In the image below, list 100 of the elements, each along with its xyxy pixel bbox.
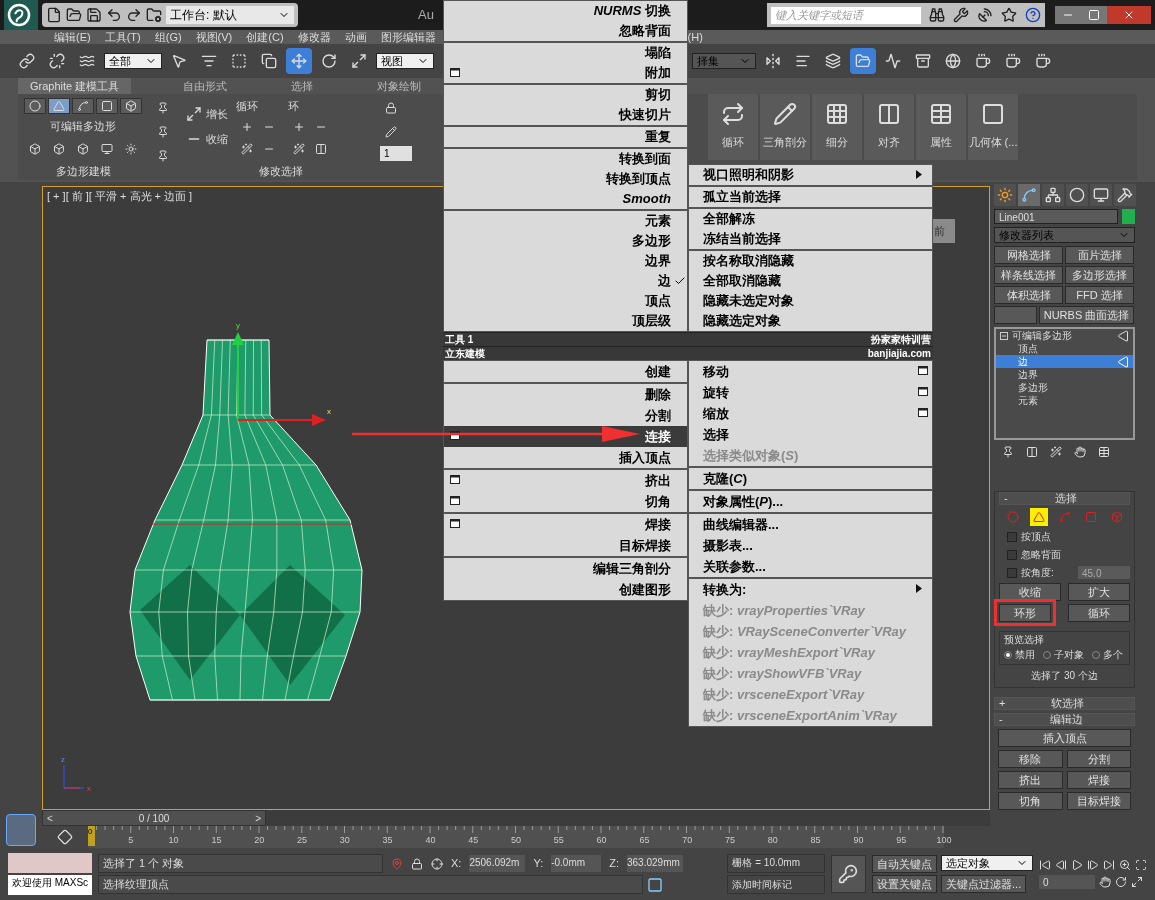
stack-item[interactable]: 边 bbox=[996, 355, 1133, 368]
listener-output[interactable]: 欢迎使用 MAXSc bbox=[8, 875, 92, 895]
menu-item[interactable]: 重复 bbox=[444, 127, 687, 147]
panel-button[interactable]: 循环 bbox=[1068, 604, 1130, 622]
menu-item[interactable]: 快速切片 bbox=[444, 105, 687, 125]
panel-button[interactable]: 挤出 bbox=[998, 771, 1063, 789]
panel-button[interactable]: 焊接 bbox=[1066, 771, 1131, 789]
menu-item[interactable]: 剪切 bbox=[444, 85, 687, 105]
panel-title[interactable]: 修改选择 bbox=[259, 162, 303, 179]
menu-item[interactable]: 缩放 bbox=[689, 403, 932, 424]
subobject-level-button[interactable] bbox=[120, 98, 142, 114]
panel-button[interactable]: 体积选择 bbox=[994, 286, 1063, 304]
orbit-icon[interactable] bbox=[1115, 876, 1127, 888]
command-panel-tab[interactable] bbox=[994, 184, 1016, 206]
app-logo-icon[interactable] bbox=[4, 0, 38, 30]
object-name-field[interactable]: Line001 bbox=[994, 209, 1118, 224]
panel-button[interactable]: 样条线选择 bbox=[994, 266, 1063, 284]
menu-item[interactable]: 切角 bbox=[444, 491, 687, 512]
timeline-track[interactable]: < 0 / 100 > bbox=[42, 810, 990, 826]
ring-label[interactable]: 环 bbox=[288, 98, 332, 115]
collapse-icon[interactable] bbox=[1000, 331, 1008, 340]
menu-item[interactable]: NURMS 切换 bbox=[444, 1, 687, 21]
project-folder-icon[interactable] bbox=[146, 7, 162, 23]
menu-bar-item[interactable]: 创建(C) bbox=[246, 28, 284, 46]
stack-item[interactable]: 顶点 bbox=[996, 342, 1133, 355]
panel-button[interactable]: 分割 bbox=[1066, 750, 1131, 768]
subobject-level-button[interactable] bbox=[48, 98, 70, 114]
command-panel-tab[interactable] bbox=[1042, 184, 1064, 206]
settings-box-icon[interactable] bbox=[918, 387, 928, 396]
maximize-viewport-icon[interactable] bbox=[1131, 876, 1143, 888]
menu-item[interactable]: 顶点 bbox=[444, 291, 687, 311]
object-color-swatch[interactable] bbox=[1122, 209, 1135, 224]
menu-item[interactable]: 转换为: bbox=[689, 579, 932, 600]
menu-item[interactable]: 移动 bbox=[689, 361, 932, 382]
checkbox[interactable] bbox=[1007, 531, 1017, 542]
menu-item[interactable]: 分割 bbox=[444, 405, 687, 426]
selection-filter-dropdown[interactable]: 全部 bbox=[104, 53, 162, 69]
key-filters-button[interactable]: 关键点过滤器... bbox=[941, 875, 1027, 893]
settings-box-icon[interactable] bbox=[450, 431, 460, 440]
menu-bar-item[interactable]: 视图(V) bbox=[195, 28, 233, 46]
ribbon-tab[interactable]: 自由形式 bbox=[171, 78, 240, 94]
panel-title[interactable]: 多边形建模 bbox=[55, 162, 111, 179]
menu-item[interactable]: 多边形 bbox=[444, 231, 687, 251]
ribbon-tool-button[interactable]: 细分 bbox=[812, 94, 862, 160]
set-key-button[interactable] bbox=[830, 855, 866, 893]
ribbon-tool-button[interactable]: 几何体 (... bbox=[968, 94, 1018, 160]
ribbon-tool-button[interactable]: 循环 bbox=[708, 94, 758, 160]
ribbon-tool-button[interactable]: 对齐 bbox=[864, 94, 914, 160]
checkbox[interactable] bbox=[1007, 567, 1017, 578]
search-field[interactable]: 键入关键字或短语 bbox=[771, 6, 921, 24]
panel-button[interactable]: 多边形选择 bbox=[1065, 266, 1134, 284]
command-panel-tab[interactable] bbox=[1114, 184, 1136, 206]
command-panel-tab[interactable] bbox=[1066, 184, 1088, 206]
settings-box-icon[interactable] bbox=[450, 68, 460, 77]
menu-item[interactable]: 对象属性(P)... bbox=[689, 491, 932, 512]
undo-icon[interactable] bbox=[106, 7, 122, 23]
menu-bar-item[interactable]: (H) bbox=[687, 28, 703, 46]
menu-item[interactable]: 创建图形 bbox=[444, 579, 687, 600]
menu-item[interactable]: 全部取消隐藏 bbox=[689, 271, 932, 291]
settings-box-icon[interactable] bbox=[918, 408, 928, 417]
menu-item[interactable]: 隐藏选定对象 bbox=[689, 311, 932, 331]
coord-field[interactable]: -0.0mm bbox=[551, 855, 602, 872]
redo-icon[interactable] bbox=[126, 7, 142, 23]
panel-button[interactable]: 移除 bbox=[998, 750, 1063, 768]
rollout-header[interactable]: - 选择 bbox=[999, 492, 1130, 505]
checkbox[interactable] bbox=[1007, 549, 1017, 560]
zoom-extents-icon[interactable] bbox=[1135, 859, 1147, 871]
menu-bar-item[interactable]: 修改器 bbox=[297, 28, 331, 46]
panel-button[interactable]: 扩大 bbox=[1068, 583, 1130, 601]
command-panel-tab[interactable] bbox=[1018, 184, 1040, 206]
workspace-dropdown[interactable]: 工作台: 默认 bbox=[166, 6, 294, 24]
menu-item[interactable]: 转换到面 bbox=[444, 149, 687, 169]
key-mode-dropdown[interactable]: 选定对象 bbox=[941, 855, 1033, 871]
menu-bar-item[interactable]: 组(G) bbox=[154, 28, 182, 46]
menu-item[interactable]: 摄影表... bbox=[689, 535, 932, 556]
play-icon[interactable] bbox=[1071, 859, 1083, 871]
menu-item[interactable]: 关联参数... bbox=[689, 556, 932, 577]
star-icon[interactable] bbox=[1001, 7, 1017, 23]
frame-counter-bar[interactable]: < 0 / 100 > bbox=[42, 810, 266, 826]
grow-label[interactable]: 增长 bbox=[206, 106, 228, 123]
panel-button[interactable]: 网格选择 bbox=[994, 246, 1063, 264]
auto-key-button[interactable]: 自动关键点 bbox=[872, 855, 937, 873]
menu-item[interactable]: 插入顶点 bbox=[444, 447, 687, 468]
menu-item[interactable]: 转换到顶点 bbox=[444, 169, 687, 189]
panel-button[interactable]: NURBS 曲面选择 bbox=[1039, 306, 1134, 324]
subobject-level-button[interactable] bbox=[24, 98, 46, 114]
settings-box-icon[interactable] bbox=[450, 496, 460, 505]
panel-button[interactable]: 目标焊接 bbox=[1066, 792, 1131, 810]
help-icon[interactable] bbox=[1025, 7, 1041, 23]
viewport-label[interactable]: [ + ][ 前 ][ 平滑 + 高光 + 边面 ] bbox=[47, 188, 193, 205]
panel-button[interactable]: 收缩 bbox=[999, 583, 1061, 601]
menu-bar-item[interactable]: 动画 bbox=[344, 28, 367, 46]
rollout-header[interactable]: + 软选择 bbox=[994, 697, 1135, 710]
panel-button[interactable]: 面片选择 bbox=[1065, 246, 1134, 264]
satellite-dish-icon[interactable] bbox=[977, 7, 993, 23]
subobject-level-button[interactable] bbox=[1029, 508, 1048, 526]
command-panel-tab[interactable] bbox=[1090, 184, 1112, 206]
menu-item[interactable]: 焊接 bbox=[444, 514, 687, 535]
step-back-icon[interactable] bbox=[1055, 859, 1067, 871]
settings-box-icon[interactable] bbox=[918, 366, 928, 375]
